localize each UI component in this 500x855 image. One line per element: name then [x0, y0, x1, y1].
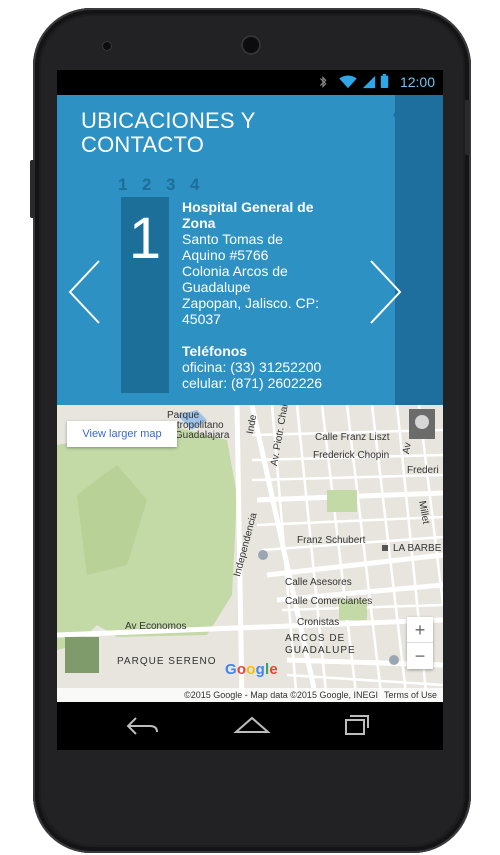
pager-item-2[interactable]: 2	[142, 175, 166, 195]
page-title-line2: CONTACTO	[81, 132, 205, 157]
phones-title: Teléfonos	[182, 343, 248, 359]
location-info: Hospital General de Zona Santo Tomas de …	[182, 199, 348, 391]
wifi-icon	[339, 75, 357, 89]
proximity-sensor	[102, 41, 112, 51]
bluetooth-icon	[319, 76, 327, 88]
locations-header: UBICACIONES Y CONTACTO 1234 1 Hospital G…	[57, 95, 443, 405]
page-title: UBICACIONES Y CONTACTO	[81, 109, 321, 157]
logo-letter: g	[255, 661, 265, 678]
location-name-line1: Hospital General de	[182, 199, 314, 215]
map-data-credit: ©2015 Google - Map data ©2015 Google, IN…	[184, 690, 378, 700]
address-line: Zapopan, Jalisco. CP:	[182, 295, 319, 311]
zoom-in-button[interactable]: +	[407, 617, 433, 643]
ribbon-notch	[393, 95, 407, 135]
address-line: Colonia Arcos de	[182, 263, 288, 279]
logo-letter: G	[225, 661, 237, 678]
map-label-chopin: Frederick Chopin	[313, 450, 390, 461]
logo-letter: e	[269, 661, 278, 678]
pager-item-3[interactable]: 3	[166, 175, 190, 195]
map-label-comerciantes: Calle Comerciantes	[285, 596, 373, 607]
home-icon[interactable]	[232, 714, 272, 738]
battery-icon	[380, 74, 389, 88]
logo-letter: o	[246, 661, 256, 678]
recents-icon[interactable]	[340, 714, 370, 738]
phone-cell[interactable]: celular: (871) 2602226	[182, 375, 348, 391]
page-title-line1: UBICACIONES Y	[81, 108, 256, 133]
address-line: Aquino #5766	[182, 247, 269, 263]
map-label-arcos: GUADALUPE	[285, 645, 356, 656]
address-line: Guadalupe	[182, 279, 251, 295]
map-label-arcos: ARCOS DE	[285, 633, 346, 644]
volume-button	[465, 100, 470, 155]
google-logo: Google	[225, 661, 278, 678]
map-label-franz-liszt: Calle Franz Liszt	[315, 432, 390, 443]
map-label-frederi: Frederi	[407, 465, 439, 476]
map-label-economos: Av Economos	[125, 621, 187, 632]
chevron-left-icon[interactable]	[67, 259, 103, 325]
location-name-line2: Zona	[182, 215, 216, 231]
terms-link[interactable]: Terms of Use	[384, 690, 437, 700]
view-larger-map-link[interactable]: View larger map	[67, 421, 177, 447]
signal-icon	[362, 75, 376, 89]
power-button	[30, 160, 35, 218]
embedded-map[interactable]: Parque Metropolitano de Guadalajara Call…	[57, 405, 443, 702]
phone-office[interactable]: oficina: (33) 31252200	[182, 359, 348, 375]
location-pager: 1234	[118, 175, 214, 195]
status-time: 12:00	[399, 74, 435, 90]
front-camera	[241, 35, 261, 55]
map-label-av: Av	[401, 441, 414, 455]
map-label-barbera: LA BARBE	[393, 543, 442, 554]
ribbon-decoration	[395, 95, 443, 405]
nav-bar	[57, 702, 443, 750]
pager-item-4[interactable]: 4	[190, 175, 214, 195]
map-label-cronistas: Cronistas	[297, 617, 340, 628]
pager-item-1[interactable]: 1	[118, 175, 142, 195]
screen: 12:00 UBICACIONES Y CONTACTO 1234 1 Hosp…	[57, 70, 443, 702]
back-icon[interactable]	[124, 714, 160, 738]
zoom-control: + −	[407, 617, 433, 669]
map-label-schubert: Franz Schubert	[297, 535, 366, 546]
zoom-out-button[interactable]: −	[407, 643, 433, 669]
chevron-right-icon[interactable]	[367, 259, 403, 325]
address-line: Santo Tomas de	[182, 231, 283, 247]
address-line: 45037	[182, 311, 221, 327]
status-bar: 12:00	[57, 70, 443, 95]
map-label-sereno: PARQUE SERENO	[117, 656, 217, 667]
logo-letter: o	[236, 661, 247, 678]
map-credits: ©2015 Google - Map data ©2015 Google, IN…	[57, 688, 443, 702]
location-number: 1	[128, 206, 162, 271]
map-label-asesores: Calle Asesores	[285, 577, 352, 588]
